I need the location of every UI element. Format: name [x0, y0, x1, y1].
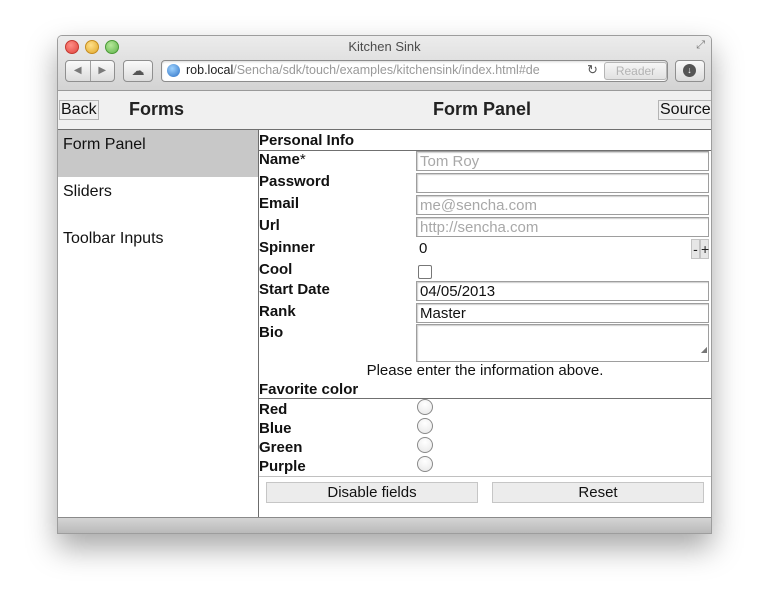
icloud-tabs-icon[interactable]: ☁ [123, 60, 153, 82]
radio-row-red[interactable]: Red [259, 399, 711, 418]
start-date-field[interactable]: 04/05/2013 [416, 281, 709, 301]
spinner-increment-button[interactable]: + [700, 239, 709, 259]
name-label: Name* [259, 151, 306, 168]
radio-row-green[interactable]: Green [259, 437, 711, 456]
back-button[interactable]: Back [59, 100, 99, 120]
form-panel: Personal Info Name* Tom Roy Password Ema… [258, 130, 711, 517]
url-field[interactable]: http://sencha.com [416, 217, 709, 237]
reset-button[interactable]: Reset [492, 482, 704, 503]
browser-forward-icon[interactable]: ▶ [91, 61, 115, 81]
downloads-button[interactable]: ↓ [675, 60, 705, 82]
spinner-label: Spinner [259, 239, 315, 256]
bio-textarea[interactable]: ◢ [416, 324, 709, 362]
sidebar-item-form-panel[interactable]: Form Panel [58, 130, 258, 177]
app-viewport: Back Forms Form Panel Source Form Panel … [58, 91, 711, 517]
site-globe-icon [167, 64, 180, 77]
app-toolbar: Back Forms Form Panel Source [58, 91, 711, 130]
fullscreen-icon[interactable]: ⤢ [696, 39, 705, 52]
source-button[interactable]: Source [658, 100, 711, 120]
rank-select[interactable]: Master [416, 303, 709, 323]
password-label: Password [259, 173, 330, 190]
name-field[interactable]: Tom Roy [416, 151, 709, 171]
title-bar: Kitchen Sink ⤢ ◀ ▶ ☁ rob.local/Sencha/sd… [58, 36, 711, 91]
url-text[interactable]: rob.local/Sencha/sdk/touch/examples/kitc… [186, 63, 576, 77]
start-date-label: Start Date [259, 281, 330, 298]
radio-red[interactable] [417, 399, 433, 415]
window-title: Kitchen Sink [348, 39, 421, 54]
status-bar [58, 517, 711, 533]
radio-label-green: Green [259, 439, 303, 456]
download-icon: ↓ [683, 64, 696, 77]
radio-purple[interactable] [417, 456, 433, 472]
reload-icon[interactable]: ↻ [587, 62, 598, 78]
back-forward-buttons: ◀ ▶ [65, 60, 115, 82]
reader-button[interactable]: Reader [604, 62, 667, 80]
radio-row-blue[interactable]: Blue [259, 418, 711, 437]
rank-label: Rank [259, 303, 296, 320]
browser-back-icon[interactable]: ◀ [66, 61, 91, 81]
email-field[interactable]: me@sencha.com [416, 195, 709, 215]
bio-label: Bio [259, 324, 284, 341]
radio-label-blue: Blue [259, 420, 292, 437]
cool-checkbox[interactable] [418, 265, 432, 279]
personal-info-title: Personal Info [259, 132, 355, 149]
address-bar[interactable]: rob.local/Sencha/sdk/touch/examples/kitc… [161, 60, 668, 82]
sidebar-title: Forms [129, 99, 185, 119]
favorite-color-title: Favorite color [259, 381, 359, 398]
radio-green[interactable] [417, 437, 433, 453]
spinner-decrement-button[interactable]: - [691, 239, 700, 259]
form-instructions: Please enter the information above. [366, 362, 604, 379]
sidebar-item-sliders[interactable]: Sliders [58, 177, 258, 224]
personal-info-fieldset: Name* Tom Roy Password Email me@sencha.c… [259, 150, 711, 363]
panel-title: Form Panel [433, 99, 532, 119]
password-field[interactable] [416, 173, 709, 193]
email-label: Email [259, 195, 300, 212]
radio-label-purple: Purple [259, 458, 306, 475]
resize-grip-icon[interactable]: ◢ [701, 340, 707, 360]
radio-blue[interactable] [417, 418, 433, 434]
sidebar: Form Panel Sliders Toolbar Inputs [58, 130, 258, 517]
favorite-color-fieldset: Red Blue Green Purple [259, 398, 711, 477]
browser-window: Kitchen Sink ⤢ ◀ ▶ ☁ rob.local/Sencha/sd… [57, 35, 712, 534]
radio-label-red: Red [259, 401, 288, 418]
url-label: Url [259, 217, 280, 234]
spinner-field[interactable]: 0 [416, 239, 691, 259]
radio-row-purple[interactable]: Purple [259, 456, 711, 475]
disable-fields-button[interactable]: Disable fields [266, 482, 478, 503]
sidebar-item-toolbar-inputs[interactable]: Toolbar Inputs [58, 224, 258, 271]
cool-label: Cool [259, 261, 293, 278]
